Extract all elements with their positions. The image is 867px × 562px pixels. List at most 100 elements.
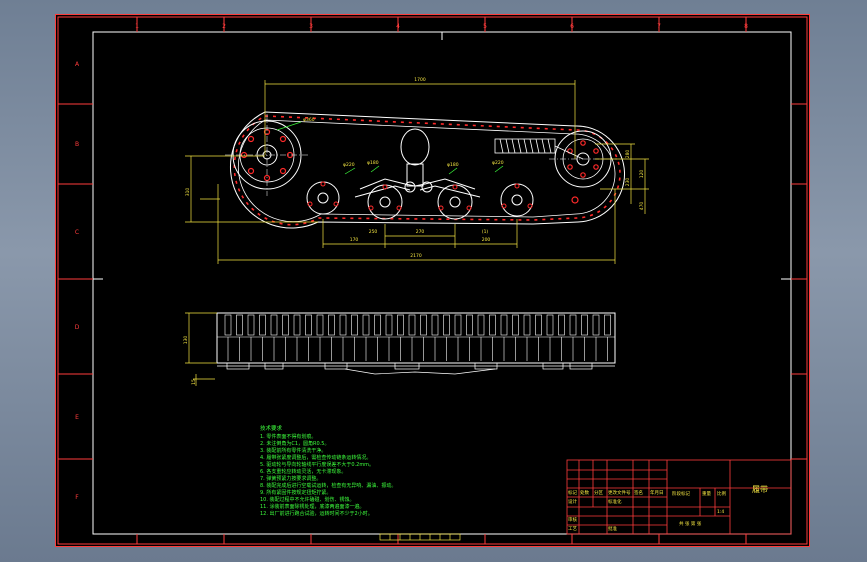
dim-text: 250 bbox=[369, 229, 378, 235]
dim-text: 130 bbox=[183, 336, 189, 345]
tb-label: 处数 bbox=[580, 489, 589, 496]
tb-label: 标记 bbox=[568, 489, 577, 496]
track-tooth bbox=[270, 314, 278, 336]
inner-frame bbox=[92, 31, 792, 535]
note-line: 6. 各支重轮应转动灵活，无卡滞现象。 bbox=[260, 468, 346, 475]
zone-number: 2 bbox=[222, 23, 226, 30]
track-tooth bbox=[408, 314, 416, 336]
track-tooth bbox=[339, 314, 347, 336]
road-wheel bbox=[306, 181, 340, 215]
tb-weight: 重量 bbox=[702, 490, 711, 497]
zone-number: 8 bbox=[744, 23, 748, 30]
tb-ratio: 比例 bbox=[717, 490, 726, 497]
dim-text: 310 bbox=[185, 188, 191, 197]
note-line: 7. 弹簧预紧力按要求调整。 bbox=[260, 475, 321, 482]
track-tooth bbox=[477, 314, 485, 336]
track-tooth bbox=[374, 314, 381, 336]
tb-scale: 1:4 bbox=[717, 509, 724, 515]
zone-letter: C bbox=[75, 229, 79, 236]
plan-rollers bbox=[217, 362, 615, 375]
zone-ticks bbox=[58, 17, 807, 544]
track-tooth bbox=[385, 314, 393, 336]
track-tooth bbox=[558, 314, 565, 336]
cad-viewport[interactable]: 1 2 3 4 5 6 7 8 A B C D E F φ360 φ220 φ1… bbox=[55, 14, 810, 547]
dim-text: 270 bbox=[416, 229, 425, 235]
track-tooth bbox=[569, 314, 577, 336]
zone-letter: E bbox=[75, 414, 79, 421]
note-line: 2. 未注倒角为C1，圆角R0.5。 bbox=[260, 440, 329, 447]
tb-standardization: 标准化 bbox=[608, 498, 622, 505]
dim-text: 280 bbox=[625, 150, 631, 159]
track-tooth bbox=[328, 314, 335, 336]
dim-text: 230 bbox=[625, 178, 631, 187]
technical-notes: 技术要求 1. 零件表面不得有划痕。 2. 未注倒角为C1，圆角R0.5。 3.… bbox=[260, 424, 396, 517]
track-tooth bbox=[247, 314, 255, 336]
zone-letter: D bbox=[75, 324, 80, 331]
track-tooth bbox=[362, 314, 370, 336]
title-block[interactable]: 标记 处数 分区 更改文件号 签名 年月日 设计 标准化 审核 工艺 批准 阶段… bbox=[566, 459, 792, 535]
road-wheel bbox=[437, 184, 473, 220]
tb-sheets: 共 张 第 张 bbox=[679, 520, 702, 527]
track-tooth bbox=[546, 314, 554, 336]
track-tooth bbox=[443, 314, 450, 336]
track-tooth bbox=[535, 314, 542, 336]
track-plan-view[interactable]: 130 15 bbox=[183, 312, 616, 386]
track-tooth bbox=[431, 314, 439, 336]
note-line: 4. 履带张紧度调整后，需检查传动链条运转情况。 bbox=[260, 454, 371, 461]
track-tooth bbox=[420, 314, 427, 336]
sheet-strip bbox=[379, 533, 461, 541]
tb-design: 设计 bbox=[568, 498, 577, 505]
zone-number: 3 bbox=[309, 23, 313, 30]
centering-marks bbox=[93, 32, 791, 280]
track-tooth bbox=[512, 314, 519, 336]
wheel-label: φ220 bbox=[343, 162, 355, 168]
dim-text: 120 bbox=[639, 170, 645, 179]
track-side-view[interactable] bbox=[225, 111, 626, 229]
road-wheel bbox=[367, 184, 403, 220]
zone-letter: F bbox=[75, 494, 79, 501]
track-tooth bbox=[466, 314, 473, 336]
track-tooth bbox=[351, 314, 358, 336]
track-tooth bbox=[236, 314, 243, 336]
sheet-border bbox=[55, 14, 810, 547]
dim-text: (1) bbox=[482, 229, 489, 235]
sheet-border-outer bbox=[57, 16, 808, 545]
note-line: 1. 零件表面不得有划痕。 bbox=[260, 433, 316, 440]
note-line: 9. 所有紧固件按规定扭矩拧紧。 bbox=[260, 489, 331, 496]
track-tooth bbox=[282, 314, 289, 336]
drawing-title: 履带 bbox=[752, 485, 768, 494]
track-tooth bbox=[592, 314, 600, 336]
road-wheel bbox=[500, 183, 534, 217]
wheel-label: φ180 bbox=[447, 162, 459, 168]
dim-text: 1700 bbox=[414, 77, 426, 83]
drawing-sheet: 1 2 3 4 5 6 7 8 A B C D E F φ360 φ220 φ1… bbox=[55, 14, 810, 547]
zone-number: 4 bbox=[396, 23, 400, 30]
dimension-texts: 1700 2170 170 250 270 200 (1) 310 280 23… bbox=[185, 77, 645, 259]
note-line: 11. 涂装前表面除锈处理，底漆两遍面漆一遍。 bbox=[260, 503, 365, 510]
wheel-label: φ220 bbox=[492, 160, 504, 166]
dimension-lines bbox=[185, 80, 649, 264]
plan-dimensions bbox=[185, 312, 217, 386]
zone-number: 7 bbox=[657, 23, 661, 30]
tb-label: 分区 bbox=[594, 489, 603, 496]
zone-letters-left: A B C D E F bbox=[75, 61, 80, 501]
idler-tensioner-hole bbox=[571, 196, 579, 204]
track-tooth bbox=[500, 314, 508, 336]
tb-audit: 审核 bbox=[568, 516, 577, 523]
tb-process: 工艺 bbox=[568, 526, 577, 532]
note-line: 5. 驱动轮与导向轮轴线平行度误差不大于0.2mm。 bbox=[260, 461, 374, 468]
track-tooth bbox=[581, 314, 588, 336]
zone-letter: A bbox=[75, 61, 80, 68]
tb-stage-mark: 阶段标记 bbox=[672, 490, 690, 497]
drive-sprocket bbox=[225, 114, 309, 196]
zone-number: 1 bbox=[135, 23, 139, 30]
dim-text: 200 bbox=[482, 237, 491, 243]
track-tooth bbox=[489, 314, 496, 336]
notes-title: 技术要求 bbox=[260, 424, 283, 432]
wheel-leaders bbox=[276, 121, 504, 175]
dim-text: 2170 bbox=[410, 253, 422, 259]
note-line: 10. 装配过程中不允许磕碰、划伤、锈蚀。 bbox=[260, 496, 355, 503]
track-tooth bbox=[293, 314, 301, 336]
track-tooth bbox=[224, 314, 232, 336]
track-teeth bbox=[224, 314, 611, 361]
